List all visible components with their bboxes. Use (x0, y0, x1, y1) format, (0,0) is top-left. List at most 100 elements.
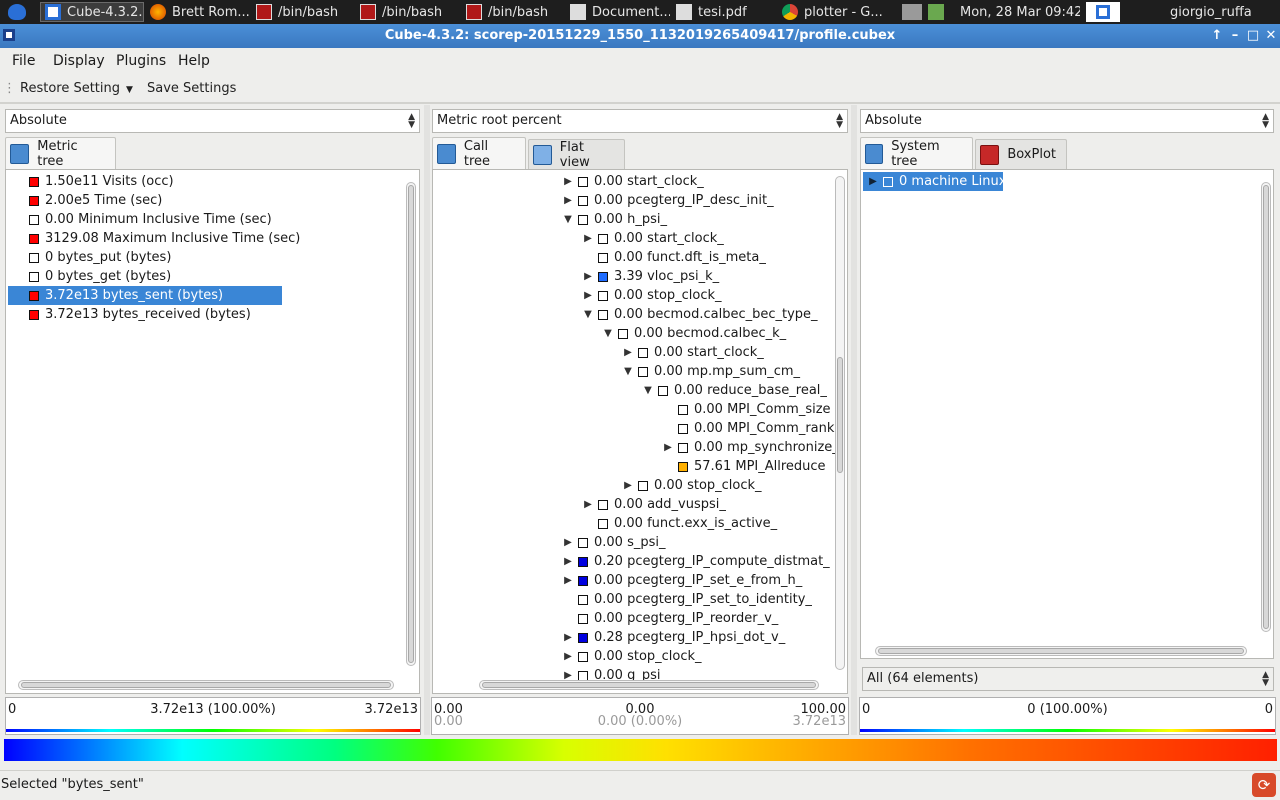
metric-tree-view[interactable]: 1.50e11 Visits (occ) 2.00e5 Time (sec) 0.0… (5, 169, 420, 694)
call-tree-row[interactable]: ▶ 0.00 pcegterg_IP_desc_init_ (561, 191, 773, 210)
expand-arrow-icon[interactable]: ▶ (561, 556, 575, 567)
window-close-icon[interactable]: ✕ (1262, 27, 1280, 45)
call-tree-row[interactable]: ▼ 0.00 h_psi_ (561, 210, 667, 229)
expand-arrow-icon[interactable]: ▶ (581, 271, 595, 282)
call-tree-row[interactable]: ▶ 0.00 add_vuspsi_ (581, 495, 726, 514)
call-tree-row[interactable]: ▶ 0.28 pcegterg_IP_hpsi_dot_v_ (561, 628, 785, 647)
system-tree-view[interactable]: ▶ 0 machine Linux (860, 169, 1274, 659)
call-tree-row[interactable]: 0.00 funct.exx_is_active_ (581, 514, 777, 533)
expand-arrow-icon[interactable]: ▶ (661, 442, 675, 453)
metric-row[interactable]: 1.50e11 Visits (occ) (8, 172, 174, 191)
collapse-arrow-icon[interactable]: ▼ (561, 214, 575, 225)
expand-arrow-icon[interactable]: ▶ (621, 480, 635, 491)
system-hscroll-thumb[interactable] (878, 648, 1244, 654)
menu-display[interactable]: Display (53, 53, 105, 69)
metric-row[interactable]: 0 bytes_put (bytes) (8, 248, 171, 267)
collapse-arrow-icon[interactable]: ▼ (581, 309, 595, 320)
restore-setting-button[interactable]: Restore Setting (20, 81, 120, 96)
window-titlebar[interactable]: Cube-4.3.2: scorep-20151229_1550_1132019… (0, 24, 1280, 48)
tab-system-tree[interactable]: System tree (860, 137, 973, 169)
system-filter-combo[interactable]: All (64 elements) ▲ ▼ (862, 667, 1274, 691)
call-tree-row[interactable]: 0.00 pcegterg_IP_reorder_v_ (561, 609, 778, 628)
expand-arrow-icon[interactable]: ▶ (866, 176, 880, 187)
call-tree-row[interactable]: ▶ 0.00 stop_clock_ (561, 647, 701, 666)
app-menu-button[interactable] (8, 2, 32, 22)
collapse-arrow-icon[interactable]: ▼ (621, 366, 635, 377)
system-value-combo[interactable]: Absolute ▲ ▼ (860, 109, 1274, 133)
workspace-switcher[interactable] (1086, 2, 1120, 22)
taskbar-item-terminal-1[interactable]: /bin/bash (256, 2, 356, 22)
tab-metric-tree[interactable]: Metric tree (5, 137, 116, 169)
call-tree-row[interactable]: ▶ 0.00 stop_clock_ (581, 286, 721, 305)
user-menu[interactable]: giorgio_ruffa (1170, 2, 1276, 22)
expand-arrow-icon[interactable]: ▶ (561, 176, 575, 187)
taskbar-item-document[interactable]: Document... (570, 2, 670, 22)
call-tree-row[interactable]: ▼ 0.00 mp.mp_sum_cm_ (621, 362, 800, 381)
call-tree-row[interactable]: 0.00 MPI_Comm_rank (661, 419, 834, 438)
call-tree-row[interactable]: ▶ 0.00 start_clock_ (561, 172, 704, 191)
call-tree-row[interactable]: 0.00 MPI_Comm_size (661, 400, 831, 419)
menu-file[interactable]: File (12, 53, 35, 69)
call-vscroll-thumb[interactable] (837, 357, 843, 473)
restore-dropdown-icon[interactable]: ▼ (126, 85, 133, 95)
metric-vscrollbar[interactable] (406, 182, 416, 666)
call-vscrollbar[interactable] (835, 176, 845, 670)
call-value-combo[interactable]: Metric root percent ▲ ▼ (432, 109, 848, 133)
expand-arrow-icon[interactable]: ▶ (581, 233, 595, 244)
menu-help[interactable]: Help (178, 53, 210, 69)
call-tree-row[interactable]: ▶ 0.20 pcegterg_IP_compute_distmat_ (561, 552, 830, 571)
call-tree-row[interactable]: ▶ 3.39 vloc_psi_k_ (581, 267, 719, 286)
call-hscroll-thumb[interactable] (482, 682, 816, 688)
metric-row[interactable]: 0 bytes_get (bytes) (8, 267, 171, 286)
call-tree-view[interactable]: ▶ 0.00 start_clock_ ▶ 0.00 pcegterg_IP_desc… (432, 169, 848, 694)
menu-plugins[interactable]: Plugins (116, 53, 166, 69)
taskbar-item-tesi-pdf[interactable]: tesi.pdf (676, 2, 776, 22)
tab-boxplot[interactable]: BoxPlot (975, 139, 1067, 169)
expand-arrow-icon[interactable]: ▶ (561, 632, 575, 643)
system-vscroll-thumb[interactable] (1263, 185, 1269, 629)
call-tree-row[interactable]: ▶ 0.00 start_clock_ (621, 343, 764, 362)
expand-arrow-icon[interactable]: ▶ (561, 537, 575, 548)
metric-value-combo[interactable]: Absolute ▲ ▼ (5, 109, 420, 133)
metric-vscroll-thumb[interactable] (408, 185, 414, 663)
call-tree-row[interactable]: 0.00 funct.dft_is_meta_ (581, 248, 766, 267)
window-up-icon[interactable]: ↑ (1208, 27, 1226, 45)
call-tree-row[interactable]: ▶ 0.00 stop_clock_ (621, 476, 761, 495)
call-tree-row[interactable]: ▶ 0.00 s_psi_ (561, 533, 665, 552)
call-hscrollbar[interactable] (479, 680, 819, 690)
collapse-arrow-icon[interactable]: ▼ (641, 385, 655, 396)
expand-arrow-icon[interactable]: ▶ (561, 195, 575, 206)
clock[interactable]: Mon, 28 Mar 09:42 (960, 2, 1080, 22)
call-tree-row[interactable]: ▼ 0.00 becmod.calbec_k_ (601, 324, 786, 343)
call-tree-row[interactable]: ▶ 0.00 start_clock_ (581, 229, 724, 248)
metric-hscroll-thumb[interactable] (21, 682, 391, 688)
metric-row[interactable]: 2.00e5 Time (sec) (8, 191, 162, 210)
metric-row[interactable]: 3129.08 Maximum Inclusive Time (sec) (8, 229, 300, 248)
taskbar-item-cube[interactable]: Cube-4.3.2... (40, 2, 144, 22)
splitter-left[interactable] (424, 105, 430, 735)
collapse-arrow-icon[interactable]: ▼ (601, 328, 615, 339)
system-row-machine-linux[interactable]: ▶ 0 machine Linux (863, 172, 1006, 191)
expand-arrow-icon[interactable]: ▶ (621, 347, 635, 358)
expand-arrow-icon[interactable]: ▶ (561, 575, 575, 586)
splitter-right[interactable] (851, 105, 857, 735)
call-tree-row[interactable]: ▼ 0.00 reduce_base_real_ (641, 381, 827, 400)
tab-flat-view[interactable]: Flat view (528, 139, 625, 170)
expand-arrow-icon[interactable]: ▶ (581, 499, 595, 510)
taskbar-item-firefox[interactable]: Brett Rom... (150, 2, 250, 22)
system-vscrollbar[interactable] (1261, 182, 1271, 632)
taskbar-item-chrome[interactable]: plotter - G... (782, 2, 894, 22)
call-tree-row[interactable]: ▶ 0.00 mp_synchronize_ (661, 438, 839, 457)
expand-arrow-icon[interactable]: ▶ (581, 290, 595, 301)
call-tree-row[interactable]: 0.00 pcegterg_IP_set_to_identity_ (561, 590, 812, 609)
window-minimize-icon[interactable]: – (1226, 27, 1244, 45)
metric-row[interactable]: 3.72e13 bytes_received (bytes) (8, 305, 251, 324)
call-tree-row[interactable]: ▶ 0.00 pcegterg_IP_set_e_from_h_ (561, 571, 802, 590)
refresh-icon[interactable]: ⟳ (1252, 773, 1276, 797)
system-hscrollbar[interactable] (875, 646, 1247, 656)
system-tray[interactable] (902, 2, 948, 22)
call-tree-row[interactable]: 57.61 MPI_Allreduce (661, 457, 826, 476)
metric-row[interactable]: 3.72e13 bytes_sent (bytes) (8, 286, 282, 305)
taskbar-item-terminal-3[interactable]: /bin/bash (466, 2, 566, 22)
call-tree-row[interactable]: ▼ 0.00 becmod.calbec_bec_type_ (581, 305, 817, 324)
